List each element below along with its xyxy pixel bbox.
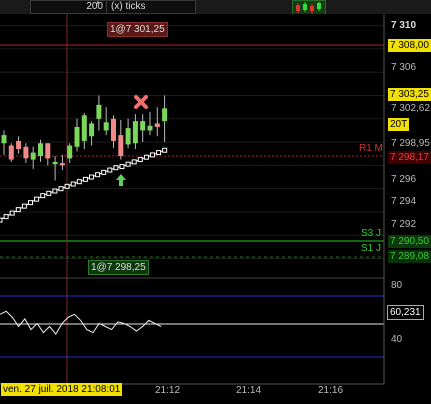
r1-price-tag: 7 298,17 xyxy=(388,151,431,164)
candle-bull xyxy=(38,143,43,157)
candle-bull xyxy=(74,126,80,147)
s3-level-label: S3 J xyxy=(361,228,382,239)
time-tick: 21:12 xyxy=(155,385,181,396)
trend-point xyxy=(76,179,82,185)
candle-bull xyxy=(1,135,7,144)
last-price-tag: 7 303,25 xyxy=(388,88,431,101)
top-level-price-tag: 7 308,00 xyxy=(388,39,431,52)
candle-bull xyxy=(103,122,109,131)
candle-bull xyxy=(96,104,102,119)
trend-point xyxy=(40,193,46,199)
candle-bear xyxy=(111,118,116,141)
time-tick: 21:16 xyxy=(318,385,344,396)
candle-bull xyxy=(30,152,36,160)
osc-value-tag: 60,231 xyxy=(387,305,424,320)
tick-count-badge: 20T xyxy=(388,118,410,131)
trend-point xyxy=(162,147,168,153)
candle-bull xyxy=(162,108,168,122)
trend-point xyxy=(3,214,9,220)
candle-bear xyxy=(23,146,29,159)
candle-bear xyxy=(16,140,22,150)
r1-level-label: R1 M xyxy=(359,143,383,154)
osc-tick: 40 xyxy=(391,334,403,345)
candle-bull xyxy=(89,123,95,137)
price-tick: 7 294 xyxy=(391,196,417,207)
trend-point xyxy=(58,186,64,192)
price-tick: 7 292 xyxy=(391,219,417,230)
trend-point xyxy=(82,176,88,182)
trend-point xyxy=(156,150,162,156)
candle-bear xyxy=(118,135,124,157)
trend-point xyxy=(15,207,21,213)
s1-price-tag: 7 289,08 xyxy=(388,250,431,263)
osc-tick: 80 xyxy=(391,280,403,291)
price-tick: 7 296 xyxy=(391,174,417,185)
trend-point xyxy=(89,174,94,180)
candle-bull xyxy=(52,161,58,165)
trend-point xyxy=(70,181,76,187)
candle-bull xyxy=(132,121,138,144)
candle-bear xyxy=(45,143,51,159)
trend-point xyxy=(107,167,113,173)
candle-bull xyxy=(67,145,73,159)
crosshair-time-label: ven. 27 juil. 2018 21:08:01 xyxy=(1,383,123,396)
trend-point xyxy=(64,183,70,189)
s3-price-tag: 7 290,50 xyxy=(388,235,431,248)
trend-point xyxy=(21,203,27,209)
trend-point xyxy=(101,169,107,175)
price-tick: 7 298,95 xyxy=(391,138,430,149)
crosshair-bottom-label: 1@7 298,25 xyxy=(88,260,149,275)
trend-point xyxy=(95,172,101,178)
trend-point xyxy=(0,217,3,223)
oscillator-line xyxy=(0,310,162,336)
time-tick: 21:14 xyxy=(236,385,262,396)
candle-bear xyxy=(154,123,160,127)
candle-bull xyxy=(140,121,146,131)
candle-bull xyxy=(81,115,87,141)
trend-point xyxy=(125,161,131,167)
trend-point xyxy=(46,190,52,196)
candle-bull xyxy=(125,128,131,145)
trend-point xyxy=(113,165,119,171)
s1-level-label: S1 J xyxy=(361,243,382,254)
trend-point xyxy=(52,188,58,194)
trend-point xyxy=(28,200,33,206)
trend-point xyxy=(34,196,40,202)
candle-bull xyxy=(147,125,153,131)
trend-point xyxy=(150,152,155,158)
price-tick: 7 302,62 xyxy=(391,103,430,114)
candle-bear xyxy=(59,163,65,166)
trend-point xyxy=(131,159,137,165)
candle-bear xyxy=(8,145,14,160)
price-tick: 7 310 xyxy=(391,20,417,31)
price-chart[interactable] xyxy=(0,0,431,404)
trend-point xyxy=(119,164,125,170)
price-tick: 7 306 xyxy=(391,62,417,73)
trend-point xyxy=(9,210,15,216)
trend-point xyxy=(143,154,149,160)
crosshair-top-label: 1@7 301,25 xyxy=(107,22,168,37)
trend-point xyxy=(137,157,143,163)
